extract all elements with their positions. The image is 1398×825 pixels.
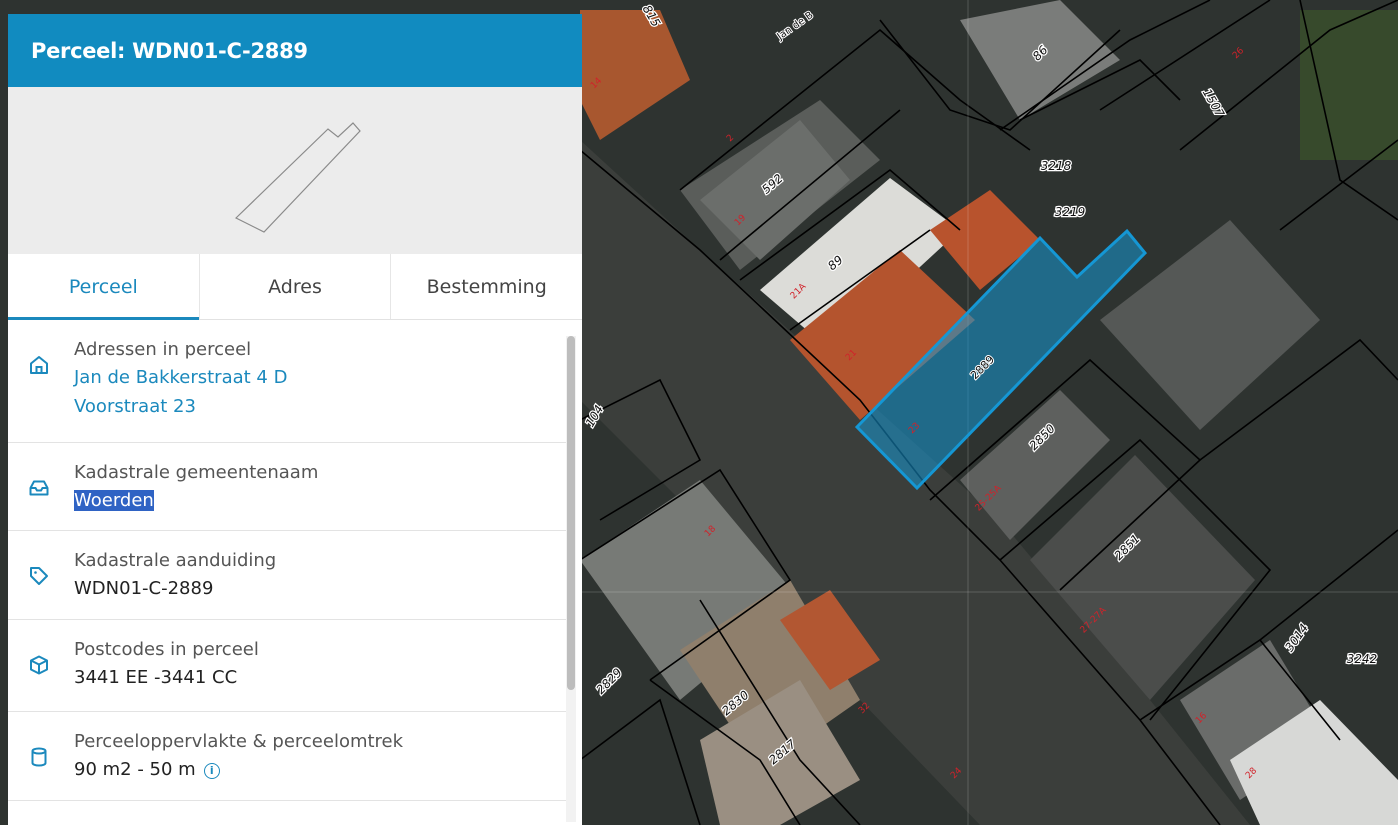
row-label: Kadastrale gemeentenaam <box>74 462 319 483</box>
address-link-1[interactable]: Jan de Bakkerstraat 4 D <box>74 363 287 392</box>
address-link-2[interactable]: Voorstraat 23 <box>74 392 287 421</box>
parcel-number-label: 3219 <box>1055 205 1086 219</box>
parcel-details-list: Adressen in perceel Jan de Bakkerstraat … <box>8 320 582 801</box>
info-icon[interactable]: i <box>203 763 220 779</box>
cylinder-icon <box>28 712 74 800</box>
package-icon <box>28 620 74 711</box>
panel-title: Perceel: WDN01-C-2889 <box>31 38 308 63</box>
inbox-icon <box>28 443 74 530</box>
panel-header: Perceel: WDN01-C-2889 <box>8 14 582 87</box>
scrollbar-thumb[interactable] <box>567 336 575 690</box>
row-adressen: Adressen in perceel Jan de Bakkerstraat … <box>8 320 568 443</box>
row-oppervlakte: Perceeloppervlakte & perceelomtrek 90 m2… <box>8 712 568 801</box>
row-label: Adressen in perceel <box>74 339 252 360</box>
tab-bar: Perceel Adres Bestemming <box>8 254 582 320</box>
oppervlakte-value: 90 m2 - 50 m <box>74 759 196 780</box>
row-label: Perceeloppervlakte & perceelomtrek <box>74 731 404 752</box>
aanduiding-value: WDN01-C-2889 <box>74 578 214 599</box>
parcel-info-panel: Perceel: WDN01-C-2889 Perceel Adres Best… <box>8 14 582 825</box>
postcodes-value: 3441 EE -3441 CC <box>74 667 238 688</box>
row-label: Postcodes in perceel <box>74 639 259 660</box>
tab-bestemming[interactable]: Bestemming <box>391 254 582 319</box>
tree <box>1300 10 1398 160</box>
parcel-number-label: 3218 <box>1041 159 1072 173</box>
panel-scrollbar[interactable] <box>566 336 576 822</box>
gemeentenaam-value[interactable]: Woerden <box>74 490 154 511</box>
tag-icon <box>28 531 74 619</box>
row-postcodes: Postcodes in perceel 3441 EE -3441 CC <box>8 620 568 712</box>
row-gemeentenaam: Kadastrale gemeentenaam Woerden <box>8 443 568 531</box>
row-label: Kadastrale aanduiding <box>74 550 277 571</box>
row-aanduiding: Kadastrale aanduiding WDN01-C-2889 <box>8 531 568 620</box>
home-icon <box>28 320 74 442</box>
parcel-number-label: 3242 <box>1347 652 1378 666</box>
parcel-shape-thumbnail <box>8 87 582 254</box>
tab-perceel[interactable]: Perceel <box>8 254 200 320</box>
tab-adres[interactable]: Adres <box>200 254 392 319</box>
